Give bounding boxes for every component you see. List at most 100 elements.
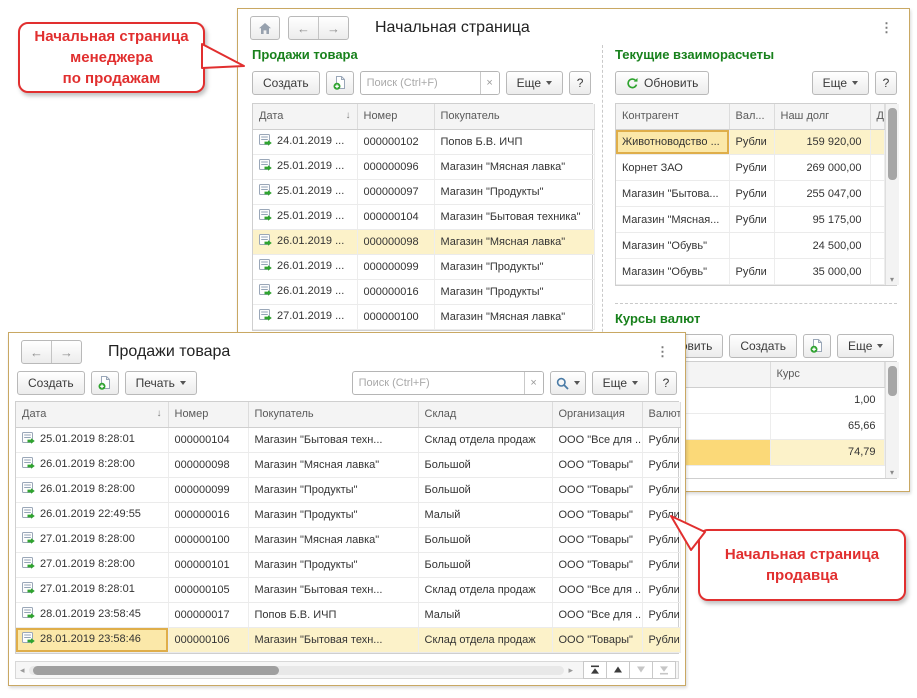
table-row[interactable]: 26.01.2019 8:28:00000000098Магазин "Мясн… xyxy=(16,452,680,477)
cell-currency[interactable]: Рубли xyxy=(642,477,680,502)
cell-debt[interactable]: 159 920,00 xyxy=(774,129,870,155)
cell-debt[interactable]: 95 175,00 xyxy=(774,207,870,233)
cell-currency[interactable]: Рубли xyxy=(642,602,680,627)
cell-contractor[interactable]: Магазин "Мясная... xyxy=(616,207,729,233)
create-button[interactable]: Создать xyxy=(252,71,320,95)
col-header-organization[interactable]: Организация xyxy=(552,402,642,427)
sales-panel-title[interactable]: Продажи товара xyxy=(252,47,358,62)
cell-date[interactable]: 27.01.2019 ... xyxy=(253,304,357,329)
cell-warehouse[interactable]: Малый xyxy=(418,602,552,627)
table-row[interactable]: 27.01.2019 8:28:01000000105Магазин "Быто… xyxy=(16,577,680,602)
cell-org[interactable]: ООО "Товары" xyxy=(552,502,642,527)
cell-date[interactable]: 26.01.2019 ... xyxy=(253,229,357,254)
scroll-right-icon[interactable]: ▸ xyxy=(566,666,575,675)
cell-contractor[interactable]: Магазин "Бытова... xyxy=(616,181,729,207)
cell-org[interactable]: ООО "Товары" xyxy=(552,452,642,477)
search-options-button[interactable] xyxy=(550,371,586,395)
vertical-scrollbar[interactable]: ▾ xyxy=(885,362,899,478)
cell-number[interactable]: 000000100 xyxy=(168,527,248,552)
table-row[interactable]: 24.01.2019 ...000000102Попов Б.В. ИЧП xyxy=(253,129,594,154)
cell-number[interactable]: 000000106 xyxy=(168,627,248,652)
cell-rate[interactable]: 74,79 xyxy=(770,439,884,465)
help-button[interactable]: ? xyxy=(875,71,897,95)
cell-currency[interactable] xyxy=(729,233,774,259)
cell-currency[interactable]: Рубли xyxy=(729,181,774,207)
table-row[interactable]: 26.01.2019 ...000000099Магазин "Продукты… xyxy=(253,254,594,279)
cell-debt[interactable]: 269 000,00 xyxy=(774,155,870,181)
more-button[interactable]: Еще xyxy=(837,334,894,358)
home-button[interactable] xyxy=(250,16,280,40)
help-button[interactable]: ? xyxy=(655,371,677,395)
cell-number[interactable]: 000000104 xyxy=(357,204,434,229)
cell-buyer[interactable]: Магазин "Продукты" xyxy=(248,502,418,527)
table-row[interactable]: Корнет ЗАОРубли269 000,00 xyxy=(616,155,884,181)
table-row[interactable]: 25.01.2019 8:28:01000000104Магазин "Быто… xyxy=(16,427,680,452)
create-button[interactable]: Создать xyxy=(729,334,797,358)
cell-org[interactable]: ООО "Товары" xyxy=(552,527,642,552)
cell-number[interactable]: 000000100 xyxy=(357,304,434,329)
table-row[interactable]: 25.01.2019 ...000000097Магазин "Продукты… xyxy=(253,179,594,204)
col-header-currency[interactable]: Вал... xyxy=(729,104,774,129)
cell-org[interactable]: ООО "Товары" xyxy=(552,627,642,652)
clear-search-icon[interactable]: × xyxy=(480,72,499,94)
cell-date[interactable]: 26.01.2019 8:28:00 xyxy=(16,452,168,477)
cell-rate[interactable]: 65,66 xyxy=(770,413,884,439)
cell-debt[interactable]: 255 047,00 xyxy=(774,181,870,207)
create-button[interactable]: Создать xyxy=(17,371,85,395)
cell-org[interactable]: ООО "Товары" xyxy=(552,552,642,577)
cell-date[interactable]: 26.01.2019 8:28:00 xyxy=(16,477,168,502)
back-button[interactable]: ← xyxy=(22,341,51,363)
cell-buyer[interactable]: Попов Б.В. ИЧП xyxy=(434,129,594,154)
cell-buyer[interactable]: Магазин "Мясная лавка" xyxy=(434,304,594,329)
cell-date[interactable]: 28.01.2019 23:58:46 xyxy=(16,627,168,652)
window-menu-kebab-icon[interactable]: ⋮ xyxy=(876,21,897,35)
cell-x[interactable] xyxy=(870,207,884,233)
table-row[interactable]: 27.01.2019 ...000000100Магазин "Мясная л… xyxy=(253,304,594,329)
cell-buyer[interactable]: Магазин "Продукты" xyxy=(434,279,594,304)
table-row[interactable]: 26.01.2019 ...000000098Магазин "Мясная л… xyxy=(253,229,594,254)
table-row[interactable]: 26.01.2019 ...000000016Магазин "Продукты… xyxy=(253,279,594,304)
search-input[interactable] xyxy=(361,72,480,94)
scroll-left-icon[interactable]: ◂ xyxy=(18,666,27,675)
forward-button[interactable]: → xyxy=(51,341,81,363)
cell-x[interactable] xyxy=(870,181,884,207)
create-copy-button[interactable] xyxy=(91,371,119,395)
cell-number[interactable]: 000000098 xyxy=(357,229,434,254)
cell-number[interactable]: 000000101 xyxy=(168,552,248,577)
col-header-debt[interactable]: Наш долг xyxy=(774,104,870,129)
cell-currency[interactable]: Рубли xyxy=(642,552,680,577)
cell-currency[interactable]: Рубли xyxy=(642,577,680,602)
cell-date[interactable]: 27.01.2019 8:28:00 xyxy=(16,527,168,552)
col-header-date[interactable]: ↓Дата xyxy=(16,402,168,427)
table-row[interactable]: 28.01.2019 23:58:45000000017Попов Б.В. И… xyxy=(16,602,680,627)
col-header-contractor[interactable]: Контрагент xyxy=(616,104,729,129)
cell-contractor[interactable]: Магазин "Обувь" xyxy=(616,259,729,285)
cell-date[interactable]: 26.01.2019 22:49:55 xyxy=(16,502,168,527)
cell-number[interactable]: 000000097 xyxy=(357,179,434,204)
col-header-buyer[interactable]: Покупатель xyxy=(434,104,594,129)
scrollbar-thumb[interactable] xyxy=(888,108,897,180)
cell-buyer[interactable]: Магазин "Мясная лавка" xyxy=(248,527,418,552)
cell-warehouse[interactable]: Склад отдела продаж xyxy=(418,427,552,452)
table-row[interactable]: 25.01.2019 ...000000104Магазин "Бытовая … xyxy=(253,204,594,229)
cell-warehouse[interactable]: Склад отдела продаж xyxy=(418,577,552,602)
cell-x[interactable] xyxy=(870,129,884,155)
cell-number[interactable]: 000000017 xyxy=(168,602,248,627)
scrollbar-track[interactable] xyxy=(29,666,565,675)
scrollbar-thumb[interactable] xyxy=(888,366,897,396)
cell-warehouse[interactable]: Склад отдела продаж xyxy=(418,627,552,652)
cell-currency[interactable]: Рубли xyxy=(642,627,680,652)
cell-date[interactable]: 25.01.2019 ... xyxy=(253,204,357,229)
cell-number[interactable]: 000000098 xyxy=(168,452,248,477)
table-row[interactable]: 25.01.2019 ...000000096Магазин "Мясная л… xyxy=(253,154,594,179)
scroll-down-icon[interactable]: ▾ xyxy=(886,469,899,477)
col-header-number[interactable]: Номер xyxy=(357,104,434,129)
cell-warehouse[interactable]: Большой xyxy=(418,552,552,577)
cell-date[interactable]: 26.01.2019 ... xyxy=(253,279,357,304)
search-input[interactable] xyxy=(353,372,524,394)
table-row[interactable]: Животноводство ...Рубли159 920,00 xyxy=(616,129,884,155)
forward-button[interactable]: → xyxy=(318,17,348,39)
cell-number[interactable]: 000000096 xyxy=(357,154,434,179)
cell-org[interactable]: ООО "Все для ... xyxy=(552,602,642,627)
cell-buyer[interactable]: Магазин "Мясная лавка" xyxy=(434,154,594,179)
